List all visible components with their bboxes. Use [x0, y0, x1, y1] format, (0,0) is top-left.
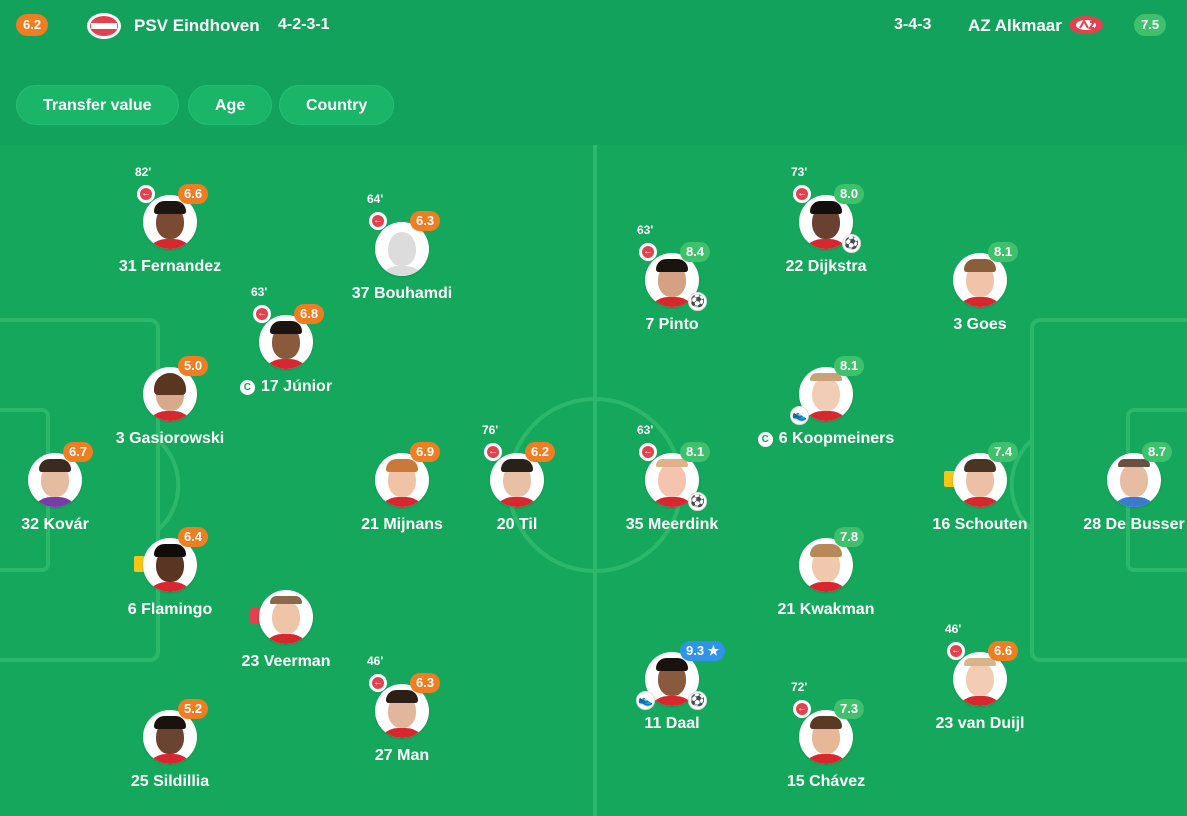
player-name: 11 Daal [644, 715, 700, 732]
az-logo-icon [1069, 16, 1103, 34]
player-rating: 8.4 [680, 242, 711, 262]
player-rating: 6.3 [410, 673, 441, 693]
player-rating: 8.1 [834, 356, 865, 376]
sub-minute: 63' [637, 423, 654, 437]
player-rating: 6.6 [988, 641, 1019, 661]
player-name: 21 Kwakman [777, 601, 875, 618]
player-rating: 6.9 [410, 442, 441, 462]
goal-ball-icon: ⚽ [688, 292, 707, 311]
sub-minute: 64' [367, 192, 384, 206]
player-name: 3 Gasiorowski [115, 430, 225, 447]
player-rating-motm: 9.3 ★ [680, 641, 726, 661]
home-team-rating: 6.2 [16, 14, 49, 36]
player-name: 23 van Duijl [935, 715, 1025, 732]
player-name: 22 Dijkstra [785, 258, 867, 275]
player-rating: 7.3 [834, 699, 865, 719]
sub-minute: 82' [135, 165, 152, 179]
sub-minute: 63' [637, 223, 654, 237]
away-formation: 3-4-3 [894, 16, 932, 33]
player-name: 28 De Busser [1083, 516, 1185, 533]
filter-bar: Transfer value Age Country [0, 66, 1187, 144]
captain-icon: C [239, 380, 255, 395]
player-rating: 5.0 [178, 356, 209, 376]
pitch: 82' ← 6.6 31 Fernandez 64' ← 6.3 37 Bouh… [0, 145, 1187, 816]
away-team-rating: 7.5 [1134, 14, 1167, 36]
player-rating: 6.8 [294, 304, 325, 324]
player-photo [259, 590, 313, 644]
player-name: 27 Man [374, 747, 430, 764]
player-name: 7 Pinto [645, 316, 699, 333]
player-rating: 6.2 [525, 442, 556, 462]
player-name: 15 Chávez [786, 773, 866, 790]
player-name-row: C 17 Júnior [176, 378, 396, 396]
player-rating: 8.1 [680, 442, 711, 462]
player-name: 25 Sildillia [130, 773, 210, 790]
player-rating: 6.6 [178, 184, 209, 204]
player-name: 37 Bouhamdi [351, 285, 453, 302]
player-rating: 7.8 [834, 527, 865, 547]
sub-minute: 76' [482, 423, 499, 437]
match-header: 6.2 PSV Eindhoven 4-2-3-1 3-4-3 AZ Alkma… [0, 0, 1187, 67]
player-name: 31 Fernandez [118, 258, 222, 275]
goal-ball-icon: ⚽ [688, 691, 707, 710]
player-rating: 8.0 [834, 184, 865, 204]
player-name: 3 Goes [953, 316, 1007, 333]
player-rating: 8.1 [988, 242, 1019, 262]
captain-icon: C [757, 432, 773, 447]
player-name: 17 Júnior [260, 378, 333, 395]
sub-minute: 72' [791, 680, 808, 694]
sub-minute: 73' [791, 165, 808, 179]
player-name: 6 Koopmeiners [778, 430, 895, 447]
assist-boot-icon: 👟 [636, 691, 655, 710]
player-name: 35 Meerdink [625, 516, 719, 533]
sub-minute: 46' [367, 654, 384, 668]
player-name: 32 Kovár [21, 516, 89, 533]
goal-ball-icon: ⚽ [842, 234, 861, 253]
filter-transfer-value[interactable]: Transfer value [16, 85, 179, 125]
player-name: 6 Flamingo [127, 601, 213, 618]
player-rating: 6.7 [63, 442, 94, 462]
psv-logo-icon [87, 13, 121, 39]
filter-age[interactable]: Age [188, 85, 273, 125]
player-rating: 7.4 [988, 442, 1019, 462]
player-name-row: C 6 Koopmeiners [716, 430, 936, 448]
player-rating: 6.4 [178, 527, 209, 547]
player-rating: 5.2 [178, 699, 209, 719]
sub-minute: 46' [945, 622, 962, 636]
filter-country[interactable]: Country [279, 85, 395, 125]
player-rating: 6.3 [410, 211, 441, 231]
away-team-name[interactable]: AZ Alkmaar [968, 16, 1062, 36]
player-rating: 8.7 [1142, 442, 1173, 462]
goal-ball-icon: ⚽ [688, 492, 707, 511]
sub-minute: 63' [251, 285, 268, 299]
home-team-name[interactable]: PSV Eindhoven [134, 16, 260, 36]
player-name: 23 Veerman [241, 653, 331, 670]
assist-boot-icon: 👟 [790, 406, 809, 425]
home-formation: 4-2-3-1 [278, 16, 330, 33]
